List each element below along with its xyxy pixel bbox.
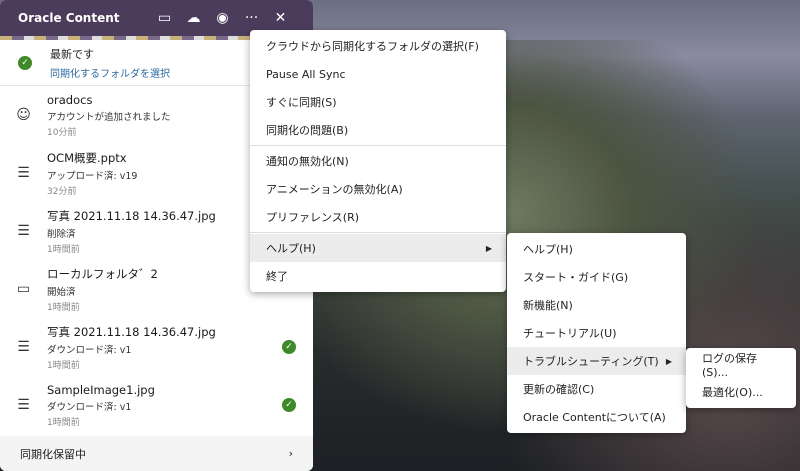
menu-item-label: 同期化の問題(B)	[266, 124, 349, 137]
menu-item-label: ログの保存(S)...	[702, 351, 757, 379]
menu-item-label: すぐに同期(S)	[266, 96, 337, 109]
account-icon: ☺	[16, 107, 31, 123]
help-menu-item[interactable]: 新機能(N)	[507, 291, 686, 319]
item-time: 1時間前	[47, 360, 80, 371]
menu-item-label: ヘルプ(H)	[266, 242, 316, 255]
menu-item-label: アニメーションの無効化(A)	[266, 183, 403, 196]
cloud-icon[interactable]: ☁	[179, 10, 208, 26]
menu-item[interactable]: すぐに同期(S)	[250, 88, 506, 116]
menu-item-label: チュートリアル(U)	[523, 327, 617, 340]
menu-item-label: Pause All Sync	[266, 67, 346, 81]
help-menu-item[interactable]: 更新の確認(C)	[507, 375, 686, 403]
app-title: Oracle Content	[18, 11, 120, 25]
menu-item[interactable]: 同期化の問題(B)	[250, 116, 506, 144]
folder-icon[interactable]: ▭	[150, 10, 179, 26]
menu-item[interactable]: Pause All Sync	[250, 60, 506, 88]
menu-item[interactable]: 終了	[250, 262, 506, 290]
item-time: 32分前	[47, 186, 77, 197]
item-time: 1時間前	[47, 244, 80, 255]
troubleshoot-menu-item[interactable]: 最適化(O)...	[686, 378, 796, 406]
item-name: 写真 2021.11.18 14.36.47.jpg	[47, 208, 216, 223]
menu-item[interactable]: クラウドから同期化するフォルダの選択(F)	[250, 32, 506, 60]
synced-check-icon: ✓	[282, 340, 296, 354]
menu-item[interactable]: アニメーションの無効化(A)	[250, 175, 506, 203]
list-item[interactable]: ☰ SampleImage1.jpg ダウンロード済: v1 1時間前 ✓	[0, 376, 313, 434]
menu-item-label: クラウドから同期化するフォルダの選択(F)	[266, 40, 479, 53]
check-icon: ✓	[18, 55, 32, 70]
pending-sync-label: 同期化保留中	[20, 447, 86, 461]
menu-item-label: ヘルプ(H)	[523, 243, 573, 256]
menu-item-label: スタート・ガイド(G)	[523, 271, 629, 284]
menu-item-label: 最適化(O)...	[702, 386, 763, 399]
help-submenu: ヘルプ(H) スタート・ガイド(G) 新機能(N) チュートリアル(U) トラブルシュー…	[507, 233, 686, 433]
synced-check-icon: ✓	[282, 398, 296, 412]
chevron-right-icon: ›	[288, 447, 293, 460]
submenu-arrow-icon: ▶	[665, 356, 672, 366]
item-detail: 開始済	[47, 286, 76, 298]
help-menu-item[interactable]: スタート・ガイド(G)	[507, 263, 686, 291]
menu-item-label: トラブルシューティング(T)	[523, 355, 659, 368]
menu-divider	[250, 145, 506, 146]
troubleshoot-submenu: ログの保存(S)... 最適化(O)...	[686, 348, 796, 408]
file-icon: ☰	[17, 165, 30, 181]
menu-item[interactable]: 通知の無効化(N)	[250, 147, 506, 175]
menu-item-label: 通知の無効化(N)	[266, 155, 349, 168]
close-icon[interactable]: ✕	[266, 10, 295, 26]
help-menu-item[interactable]: チュートリアル(U)	[507, 319, 686, 347]
item-detail: アップロード済: v19	[47, 170, 138, 182]
item-time: 10分前	[47, 127, 77, 138]
file-icon: ☰	[17, 397, 30, 413]
item-detail: アカウントが追加されました	[47, 111, 171, 123]
item-detail: 削除済	[47, 228, 76, 240]
menu-item-label: プリファレンス(R)	[266, 211, 360, 224]
list-item[interactable]: ☰ 写真 2021.11.18 14.36.47.jpg ダウンロード済: v1…	[0, 318, 313, 376]
troubleshoot-menu-item[interactable]: ログの保存(S)...	[686, 350, 796, 379]
file-icon: ☰	[17, 339, 30, 355]
more-menu: クラウドから同期化するフォルダの選択(F) Pause All Sync すぐに同期…	[250, 30, 506, 292]
help-menu-item[interactable]: ヘルプ(H)	[507, 235, 686, 263]
item-detail: ダウンロード済: v1	[47, 401, 132, 413]
item-time: 1時間前	[47, 302, 80, 313]
menu-item[interactable]: ヘルプ(H) ▶	[250, 234, 506, 262]
help-menu-item[interactable]: トラブルシューティング(T) ▶	[507, 347, 686, 375]
menu-divider	[250, 232, 506, 233]
item-name: OCM概要.pptx	[47, 150, 127, 165]
file-icon: ☰	[17, 223, 30, 239]
more-icon[interactable]: ···	[237, 10, 266, 26]
item-name: ローカルフォルタ゛2	[47, 266, 158, 281]
item-name: 写真 2021.11.18 14.36.47.jpg	[47, 324, 216, 339]
menu-item[interactable]: プリファレンス(R)	[250, 203, 506, 231]
item-name: oradocs	[47, 92, 93, 107]
pending-sync-bar[interactable]: 同期化保留中 ›	[0, 436, 313, 471]
select-folders-link[interactable]: 同期化するフォルダを選択	[50, 65, 170, 80]
menu-item-label: 新機能(N)	[523, 299, 573, 312]
help-menu-item[interactable]: Oracle Contentについて(A)	[507, 403, 686, 431]
submenu-arrow-icon: ▶	[485, 243, 492, 253]
item-detail: ダウンロード済: v1	[47, 344, 132, 356]
menu-item-label: 更新の確認(C)	[523, 383, 595, 396]
status-title: 最新です	[50, 47, 94, 61]
item-name: SampleImage1.jpg	[47, 382, 155, 397]
menu-item-label: 終了	[266, 270, 288, 283]
folder-icon: ▭	[16, 281, 31, 297]
menu-item-label: Oracle Contentについて(A)	[523, 411, 666, 424]
item-time: 1時間前	[47, 417, 80, 428]
account-icon[interactable]: ◉	[208, 10, 237, 26]
